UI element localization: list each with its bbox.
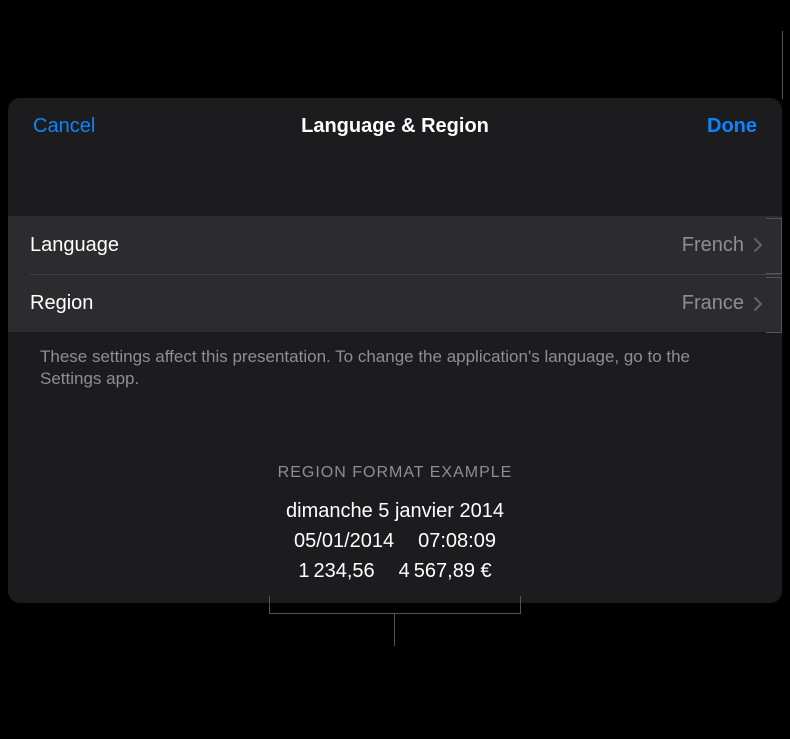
done-button[interactable]: Done: [707, 115, 757, 138]
modal-title: Language & Region: [301, 115, 489, 138]
callout-line: [782, 31, 783, 99]
language-value: French: [682, 234, 744, 257]
example-time: 07:08:09: [418, 526, 496, 556]
region-value-group: France: [682, 292, 762, 315]
cancel-button[interactable]: Cancel: [33, 115, 95, 138]
language-row[interactable]: Language French: [8, 216, 782, 274]
callout-line: [394, 614, 395, 646]
language-region-modal: Cancel Language & Region Done Language F…: [8, 98, 782, 603]
settings-list: Language French Region France: [8, 216, 782, 332]
example-short-date: 05/01/2014: [294, 526, 394, 556]
region-row[interactable]: Region France: [30, 274, 782, 332]
region-format-example: REGION FORMAT EXAMPLE dimanche 5 janvier…: [8, 464, 782, 586]
example-number: 1 234,56: [298, 556, 374, 586]
example-header: REGION FORMAT EXAMPLE: [8, 464, 782, 482]
language-label: Language: [30, 234, 119, 257]
example-long-date: dimanche 5 janvier 2014: [8, 496, 782, 526]
language-value-group: French: [682, 234, 762, 257]
region-value: France: [682, 292, 744, 315]
region-label: Region: [30, 292, 93, 315]
chevron-right-icon: [754, 297, 762, 311]
settings-note: These settings affect this presentation.…: [8, 332, 782, 404]
modal-header: Cancel Language & Region Done: [8, 98, 782, 154]
callout-bracket: [766, 218, 782, 274]
callout-bracket: [766, 277, 782, 333]
callout-bracket: [269, 596, 521, 614]
example-currency: 4 567,89 €: [399, 556, 492, 586]
chevron-right-icon: [754, 238, 762, 252]
